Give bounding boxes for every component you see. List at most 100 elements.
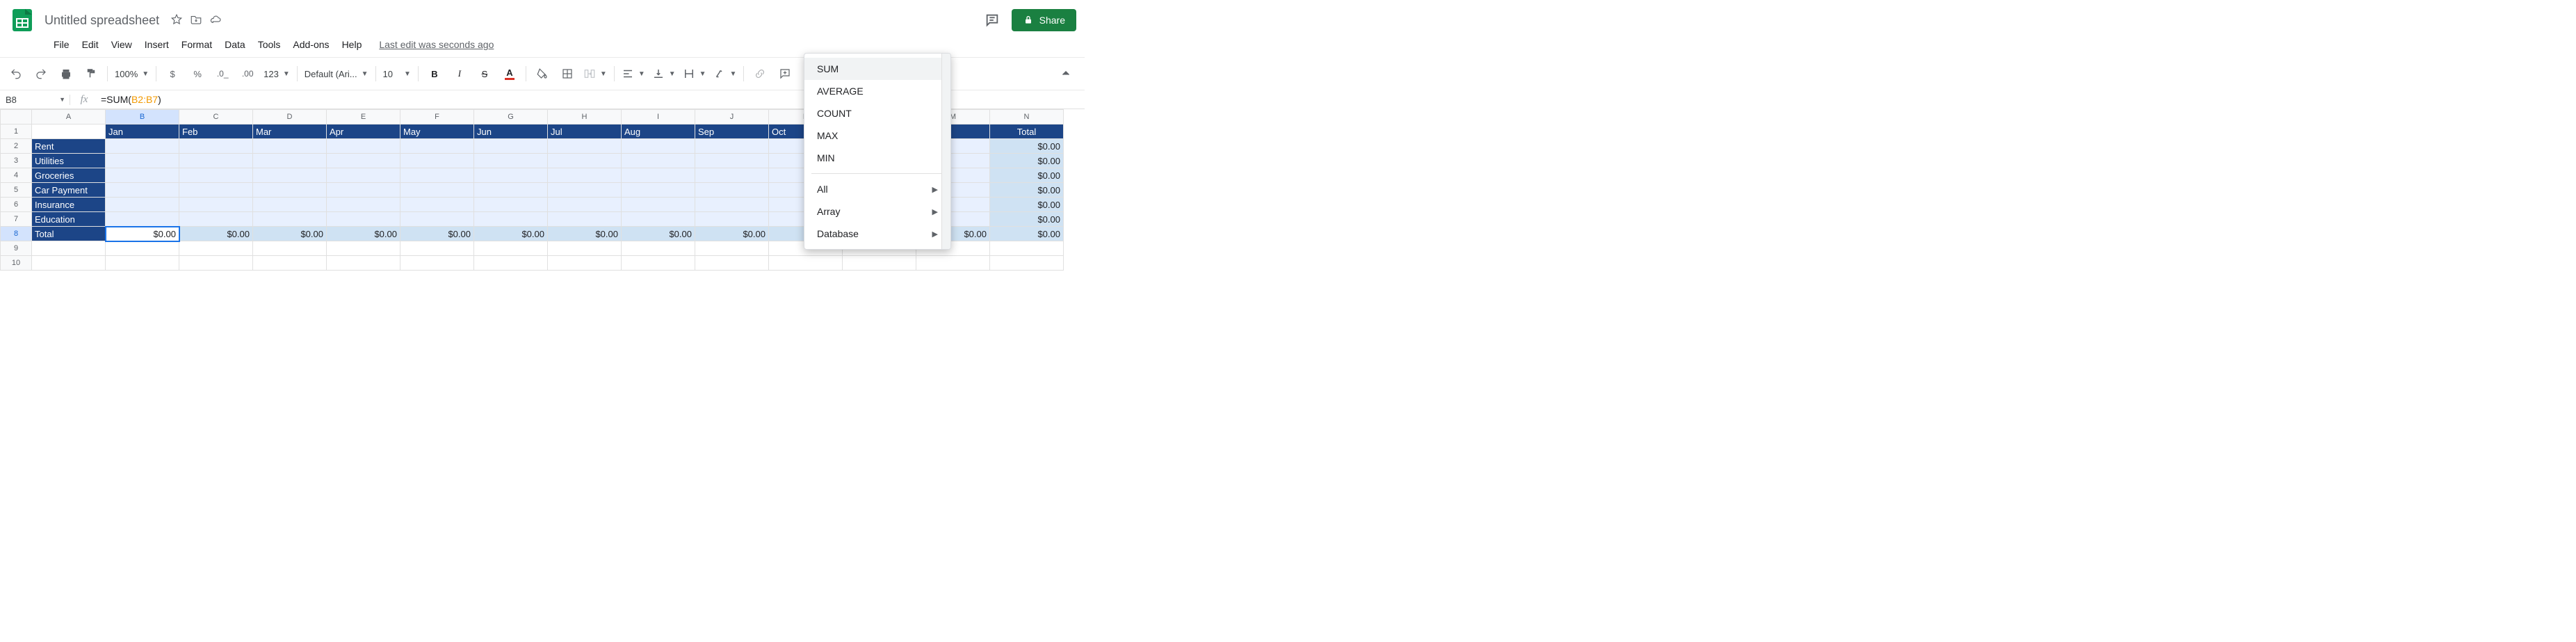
cell[interactable] [548, 256, 622, 271]
cell[interactable] [179, 241, 253, 256]
cell[interactable]: $0.00 [990, 168, 1064, 183]
cell[interactable] [474, 198, 548, 212]
cell[interactable] [474, 183, 548, 198]
menu-file[interactable]: File [49, 36, 74, 53]
cell[interactable] [622, 256, 695, 271]
row-header[interactable]: 4 [0, 168, 32, 183]
vertical-align-button[interactable]: ▼ [649, 67, 679, 80]
column-header[interactable]: E [327, 109, 400, 125]
cell[interactable] [179, 212, 253, 227]
cloud-status-icon[interactable] [209, 13, 222, 28]
cell[interactable] [990, 241, 1064, 256]
cell[interactable] [253, 241, 327, 256]
cell[interactable] [179, 139, 253, 154]
column-header[interactable]: I [622, 109, 695, 125]
cell[interactable]: $0.00 [253, 227, 327, 241]
cell[interactable] [622, 154, 695, 168]
cell[interactable] [695, 168, 769, 183]
cell[interactable]: Utilities [32, 154, 106, 168]
redo-button[interactable] [29, 65, 53, 83]
cell[interactable]: $0.00 [548, 227, 622, 241]
star-icon[interactable] [170, 13, 183, 28]
cell[interactable] [474, 168, 548, 183]
cell[interactable] [622, 139, 695, 154]
cell[interactable]: Feb [179, 125, 253, 139]
cell[interactable]: Apr [327, 125, 400, 139]
insert-link-button[interactable] [748, 65, 772, 83]
cell[interactable]: $0.00 [400, 227, 474, 241]
cell[interactable] [548, 241, 622, 256]
cell[interactable] [179, 154, 253, 168]
column-header[interactable]: B [106, 109, 179, 125]
cell[interactable] [400, 168, 474, 183]
fn-item-sum[interactable]: SUM [804, 58, 950, 80]
cell[interactable] [179, 183, 253, 198]
cell[interactable]: $0.00 [990, 154, 1064, 168]
cell[interactable] [400, 154, 474, 168]
cell[interactable]: May [400, 125, 474, 139]
cell[interactable] [327, 241, 400, 256]
zoom-select[interactable]: 100%▼ [112, 69, 152, 79]
row-header[interactable]: 5 [0, 183, 32, 198]
cell[interactable]: $0.00 [990, 198, 1064, 212]
cell[interactable]: Groceries [32, 168, 106, 183]
cell[interactable]: $0.00 [179, 227, 253, 241]
cell[interactable] [106, 139, 179, 154]
row-header[interactable]: 1 [0, 125, 32, 139]
borders-button[interactable] [556, 65, 579, 83]
cell[interactable] [32, 241, 106, 256]
cell[interactable]: Mar [253, 125, 327, 139]
more-formats-select[interactable]: 123▼ [261, 69, 293, 79]
cell[interactable] [622, 241, 695, 256]
cell[interactable]: Car Payment [32, 183, 106, 198]
cell[interactable] [990, 256, 1064, 271]
column-header[interactable]: F [400, 109, 474, 125]
cell[interactable] [622, 183, 695, 198]
cell[interactable] [327, 154, 400, 168]
fn-item-count[interactable]: COUNT [804, 102, 950, 125]
cell[interactable] [253, 139, 327, 154]
column-header[interactable]: G [474, 109, 548, 125]
cell[interactable] [327, 198, 400, 212]
cell[interactable] [769, 256, 843, 271]
row-header[interactable]: 6 [0, 198, 32, 212]
fn-item-max[interactable]: MAX [804, 125, 950, 147]
cell[interactable] [695, 256, 769, 271]
cell[interactable] [695, 183, 769, 198]
format-currency-button[interactable]: $ [161, 65, 184, 83]
share-button[interactable]: Share [1012, 9, 1076, 31]
cell[interactable]: $0.00 [474, 227, 548, 241]
undo-button[interactable] [4, 65, 28, 83]
italic-button[interactable]: I [448, 65, 471, 83]
cell[interactable]: $0.00 [990, 212, 1064, 227]
cell[interactable]: Aug [622, 125, 695, 139]
row-header[interactable]: 10 [0, 256, 32, 271]
fn-item-min[interactable]: MIN [804, 147, 950, 169]
cell[interactable] [327, 183, 400, 198]
cell[interactable] [548, 212, 622, 227]
cell[interactable] [474, 139, 548, 154]
cell[interactable] [474, 212, 548, 227]
cell[interactable] [253, 198, 327, 212]
column-header[interactable]: D [253, 109, 327, 125]
cell[interactable]: $0.00 [695, 227, 769, 241]
column-header[interactable]: J [695, 109, 769, 125]
cell[interactable] [253, 168, 327, 183]
cell[interactable] [548, 198, 622, 212]
cell[interactable]: Insurance [32, 198, 106, 212]
menu-help[interactable]: Help [337, 36, 367, 53]
cell[interactable] [253, 154, 327, 168]
name-box[interactable]: B8▼ [0, 95, 70, 105]
fn-submenu-array[interactable]: Array▶ [804, 200, 950, 223]
move-icon[interactable] [190, 13, 202, 28]
cell[interactable] [179, 198, 253, 212]
cell[interactable] [474, 256, 548, 271]
menu-add-ons[interactable]: Add-ons [288, 36, 334, 53]
cell[interactable] [106, 198, 179, 212]
cell[interactable]: Sep [695, 125, 769, 139]
text-rotation-button[interactable]: ▼ [711, 67, 740, 80]
cell[interactable] [622, 212, 695, 227]
cell[interactable] [106, 183, 179, 198]
cell[interactable]: $0.00 [327, 227, 400, 241]
menu-insert[interactable]: Insert [140, 36, 174, 53]
